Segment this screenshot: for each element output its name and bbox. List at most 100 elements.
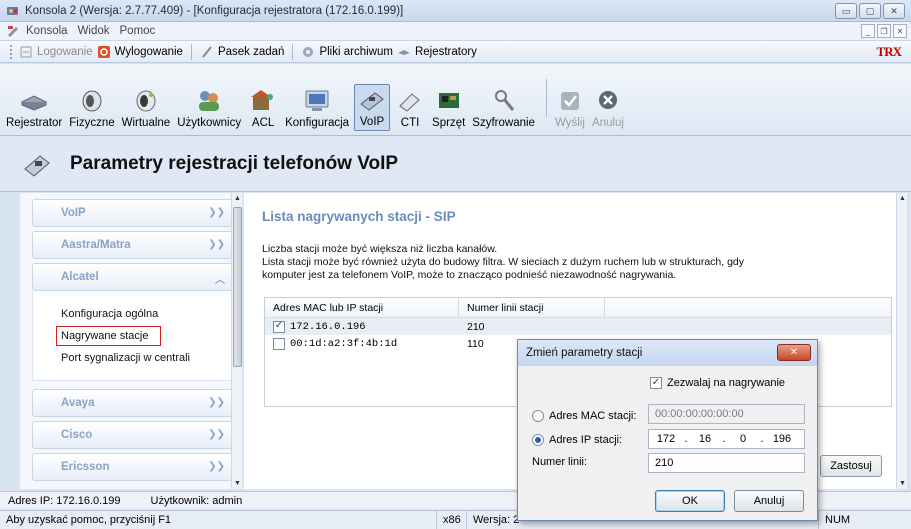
mdi-minimize-button[interactable]: _ bbox=[861, 24, 875, 38]
toolbar-wirtualne-label: Wirtualne bbox=[121, 117, 171, 129]
logout-button[interactable]: Wylogowanie bbox=[97, 45, 183, 59]
chevron-down-icon: ❯❯ bbox=[208, 207, 225, 218]
taskbar-button[interactable]: Pasek zadań bbox=[200, 45, 284, 59]
row-address: 172.16.0.196 bbox=[290, 320, 366, 333]
encryption-icon bbox=[494, 90, 514, 111]
recorder-icon bbox=[20, 95, 48, 111]
status-user: Użytkownik: admin bbox=[150, 494, 243, 507]
right-gutter bbox=[907, 193, 911, 489]
console-menu-icon bbox=[8, 26, 18, 37]
archive-files-icon bbox=[303, 46, 314, 57]
acl-icon bbox=[251, 90, 274, 110]
content-scrollbar[interactable]: ▲ ▼ bbox=[896, 193, 907, 489]
sidebar-item-general-config[interactable]: Konfiguracja ogólna bbox=[33, 303, 235, 325]
ip-octet-4[interactable]: 196 bbox=[765, 433, 799, 445]
toolbar-acl-label: ACL bbox=[251, 117, 275, 129]
sidebar-group-avaya[interactable]: Avaya ❯❯ bbox=[32, 389, 236, 417]
toolbar-szyfrowanie[interactable]: Szyfrowanie bbox=[470, 86, 537, 131]
maximize-button[interactable]: ▢ bbox=[859, 3, 881, 19]
sidebar-group-voip[interactable]: VoIP ❯❯ bbox=[32, 199, 236, 227]
physical-channels-icon bbox=[82, 90, 102, 112]
table-header: Adres MAC lub IP stacji Numer linii stac… bbox=[265, 298, 891, 318]
logout-icon bbox=[97, 45, 110, 58]
recorders-label: Rejestratory bbox=[414, 45, 477, 58]
status-arch: x86 bbox=[436, 511, 461, 529]
sidebar-group-alcatel[interactable]: Alcatel ︿ bbox=[32, 263, 236, 291]
sidebar-item-signaling-port[interactable]: Port sygnalizacji w centrali bbox=[33, 347, 235, 369]
status-version: Wersja: 2 bbox=[466, 511, 519, 529]
line-number-field[interactable]: 210 bbox=[648, 453, 805, 473]
mdi-restore-button[interactable]: ❐ bbox=[877, 24, 891, 38]
row-checkbox[interactable] bbox=[273, 337, 285, 350]
chevron-down-icon: ❯❯ bbox=[208, 461, 225, 472]
logout-label: Wylogowanie bbox=[114, 45, 183, 58]
toolbar-wyslij[interactable]: Wyślij bbox=[553, 86, 587, 131]
toolbar-acl[interactable]: ACL bbox=[246, 86, 280, 131]
mac-radio[interactable]: Adres MAC stacji: bbox=[532, 410, 636, 422]
ip-radio[interactable]: Adres IP stacji: bbox=[532, 434, 622, 446]
sidebar-group-aastra[interactable]: Aastra/Matra ❯❯ bbox=[32, 231, 236, 259]
menu-pomoc[interactable]: Pomoc bbox=[120, 25, 156, 37]
line-row: Numer linii: bbox=[532, 456, 587, 468]
mac-address-field[interactable]: 00:00:00:00:00:00 bbox=[648, 404, 805, 424]
ip-address-field[interactable]: 172 . 16 . 0 . 196 bbox=[648, 429, 805, 449]
row-checkbox[interactable] bbox=[273, 320, 285, 333]
quick-toolbar: Logowanie Wylogowanie Pasek zadań Pliki … bbox=[0, 41, 911, 63]
toolbar-voip[interactable]: VoIP bbox=[354, 84, 391, 131]
archives-button[interactable]: Pliki archiwum bbox=[301, 45, 393, 59]
sidebar-scroll-thumb[interactable] bbox=[233, 207, 242, 367]
toolbar-sprzet-label: Sprzęt bbox=[432, 117, 466, 129]
ip-octet-3[interactable]: 0 bbox=[727, 433, 759, 445]
scroll-down-icon[interactable]: ▼ bbox=[232, 478, 243, 489]
content-title: Lista nagrywanych stacji - SIP bbox=[262, 209, 456, 224]
menu-widok[interactable]: Widok bbox=[78, 25, 110, 37]
description-line-2: Lista stacji może być również użyta do b… bbox=[262, 256, 745, 268]
column-header-line[interactable]: Numer linii stacji bbox=[459, 298, 605, 317]
sidebar-item-recorded-stations[interactable]: Nagrywane stacje bbox=[33, 325, 235, 347]
apply-button[interactable]: Zastosuj bbox=[820, 455, 882, 477]
menu-konsola[interactable]: Konsola bbox=[26, 25, 68, 37]
sidebar-group-label: Avaya bbox=[61, 397, 95, 409]
toolbar-anuluj[interactable]: Anuluj bbox=[590, 86, 626, 131]
chevron-down-icon: ❯❯ bbox=[208, 397, 225, 408]
sidebar-group-cisco[interactable]: Cisco ❯❯ bbox=[32, 421, 236, 449]
cti-icon bbox=[399, 93, 420, 112]
mac-radio-icon[interactable] bbox=[532, 410, 544, 422]
login-button[interactable]: Logowanie bbox=[19, 45, 93, 59]
dialog-close-button[interactable]: ✕ bbox=[777, 344, 811, 361]
column-header-address[interactable]: Adres MAC lub IP stacji bbox=[265, 298, 459, 317]
toolbar-anuluj-label: Anuluj bbox=[591, 117, 624, 129]
toolbar-uzytkownicy[interactable]: Użytkownicy bbox=[175, 86, 243, 131]
sidebar-scrollbar[interactable]: ▲ ▼ bbox=[231, 193, 242, 489]
close-window-button[interactable]: ✕ bbox=[883, 3, 905, 19]
sidebar-group-label: Cisco bbox=[61, 429, 93, 441]
allow-recording-checkbox[interactable]: Zezwalaj na nagrywanie bbox=[650, 377, 785, 389]
virtual-channels-icon bbox=[136, 90, 156, 112]
mdi-close-button[interactable]: ✕ bbox=[893, 24, 907, 38]
toolbar-separator bbox=[292, 43, 294, 60]
window-title: Konsola 2 (Wersja: 2.7.77.409) - [Konfig… bbox=[25, 4, 404, 17]
toolbar-fizyczne[interactable]: Fizyczne bbox=[67, 86, 116, 131]
toolbar-cti[interactable]: CTI bbox=[393, 86, 427, 131]
table-row[interactable]: 172.16.0.196 210 bbox=[265, 318, 891, 335]
toolbar-wirtualne[interactable]: Wirtualne bbox=[120, 86, 173, 131]
login-label: Logowanie bbox=[37, 45, 93, 58]
allow-recording-check-icon[interactable] bbox=[650, 377, 662, 389]
toolbar-szyfrowanie-label: Szyfrowanie bbox=[472, 117, 535, 129]
sidebar-group-ericsson[interactable]: Ericsson ❯❯ bbox=[32, 453, 236, 481]
toolbar-rejestrator[interactable]: Rejestrator bbox=[4, 86, 64, 131]
allow-recording-label: Zezwalaj na nagrywanie bbox=[667, 377, 786, 389]
row-line: 210 bbox=[467, 320, 485, 333]
scroll-up-icon[interactable]: ▲ bbox=[232, 193, 243, 204]
cancel-button[interactable]: Anuluj bbox=[734, 490, 804, 512]
recorders-button[interactable]: Rejestratory bbox=[397, 45, 477, 59]
toolbar-sprzet[interactable]: Sprzęt bbox=[430, 86, 467, 131]
taskbar-icon bbox=[202, 45, 212, 58]
ip-octet-1[interactable]: 172 bbox=[649, 433, 683, 445]
ok-button[interactable]: OK bbox=[655, 490, 725, 512]
ip-octet-2[interactable]: 16 bbox=[689, 433, 721, 445]
toolbar-konfiguracja[interactable]: Konfiguracja bbox=[283, 86, 351, 131]
line-label: Numer linii: bbox=[532, 456, 588, 468]
ip-radio-icon[interactable] bbox=[532, 434, 544, 446]
minimize-button[interactable]: ▭ bbox=[835, 3, 857, 19]
